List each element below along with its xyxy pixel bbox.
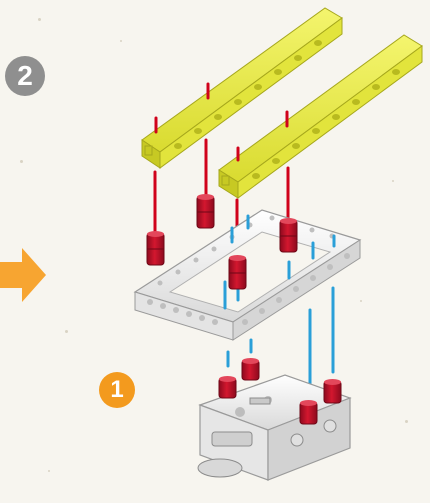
- red-peg-6: [241, 358, 260, 381]
- red-peg-7: [299, 400, 318, 425]
- assembly-illustration: [133, 7, 423, 481]
- yellow-beam-right: [218, 34, 423, 199]
- red-peg-2: [196, 194, 215, 229]
- white-frame: [133, 209, 362, 341]
- red-peg-8: [323, 379, 342, 404]
- yellow-beam-left: [141, 7, 343, 169]
- red-peg-4: [279, 218, 298, 253]
- red-peg-1: [146, 231, 165, 266]
- red-peg-3: [228, 255, 247, 290]
- red-peg-5: [218, 376, 237, 399]
